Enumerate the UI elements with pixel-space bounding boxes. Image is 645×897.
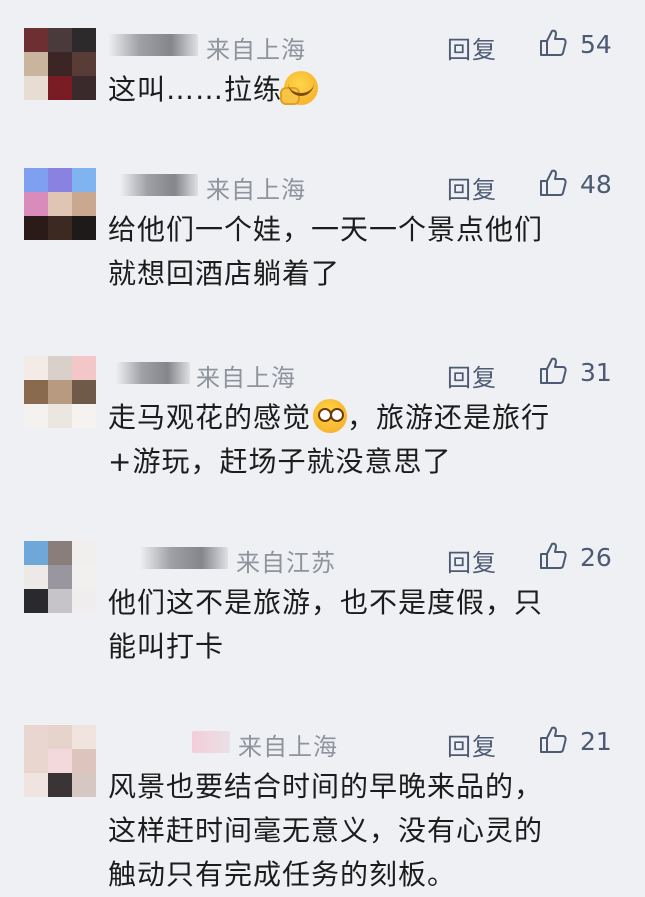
comment-text: 走马观花的感觉 ，旅游还是旅行 +游玩，赶场子就没意思了 <box>108 396 623 484</box>
reply-button[interactable]: 回复 <box>447 727 497 762</box>
comment-line: 这叫……拉练 <box>108 73 283 106</box>
location-label: 来自上海 <box>238 733 338 761</box>
location-label: 来自上海 <box>206 36 306 64</box>
avatar[interactable] <box>24 28 96 100</box>
comment-line: 给他们一个娃，一天一个景点他们 <box>108 213 544 246</box>
username-redacted[interactable] <box>120 174 198 196</box>
username-redacted[interactable] <box>140 547 228 569</box>
like-count: 54 <box>580 30 612 59</box>
avatar[interactable] <box>24 541 96 613</box>
comment-text: 他们这不是旅游，也不是度假，只 能叫打卡 <box>108 581 623 669</box>
comment-line: 就想回酒店躺着了 <box>108 257 341 290</box>
comment-line: 他们这不是旅游，也不是度假，只 <box>108 586 544 619</box>
comment-line: 这样赶时间毫无意义，没有心灵的 <box>108 814 544 847</box>
avatar[interactable] <box>24 725 96 797</box>
reply-button[interactable]: 回复 <box>447 358 497 393</box>
avatar[interactable] <box>24 168 96 240</box>
comment-line: +游玩，赶场子就没意思了 <box>108 445 452 478</box>
like-count: 26 <box>580 543 612 572</box>
location-label: 来自上海 <box>196 364 296 392</box>
thumbs-up-icon[interactable] <box>538 725 568 755</box>
reply-button[interactable]: 回复 <box>447 30 497 65</box>
comment-text: 给他们一个娃，一天一个景点他们 就想回酒店躺着了 <box>108 208 623 296</box>
thumbs-up-icon[interactable] <box>538 541 568 571</box>
dizzy-face-emoji <box>313 399 348 433</box>
thumbs-up-icon[interactable] <box>538 168 568 198</box>
thumbs-up-icon[interactable] <box>538 356 568 386</box>
comment-line: 走马观花的感觉 <box>108 401 312 434</box>
reply-button[interactable]: 回复 <box>447 170 497 205</box>
like-count: 21 <box>580 727 612 756</box>
comment-line: 风景也要结合时间的早晚来品的， <box>108 770 544 803</box>
comment-line: 触动只有完成任务的刻板。 <box>108 858 457 891</box>
comment-line: ，旅游还是旅行 <box>347 401 551 434</box>
thumbs-up-icon[interactable] <box>538 28 568 58</box>
like-count: 31 <box>580 358 612 387</box>
reply-button[interactable]: 回复 <box>447 543 497 578</box>
facepalm-emoji <box>280 71 319 105</box>
comment-line: 能叫打卡 <box>108 630 225 663</box>
like-count: 48 <box>580 170 612 199</box>
username-redacted[interactable] <box>116 362 190 384</box>
location-label: 来自上海 <box>206 176 306 204</box>
avatar[interactable] <box>24 356 96 428</box>
username-redacted[interactable] <box>192 731 230 753</box>
username-redacted[interactable] <box>108 34 198 56</box>
location-label: 来自江苏 <box>236 549 336 577</box>
comment-text: 风景也要结合时间的早晚来品的， 这样赶时间毫无意义，没有心灵的 触动只有完成任务… <box>108 765 623 897</box>
comment-text: 这叫……拉练 <box>108 68 623 112</box>
